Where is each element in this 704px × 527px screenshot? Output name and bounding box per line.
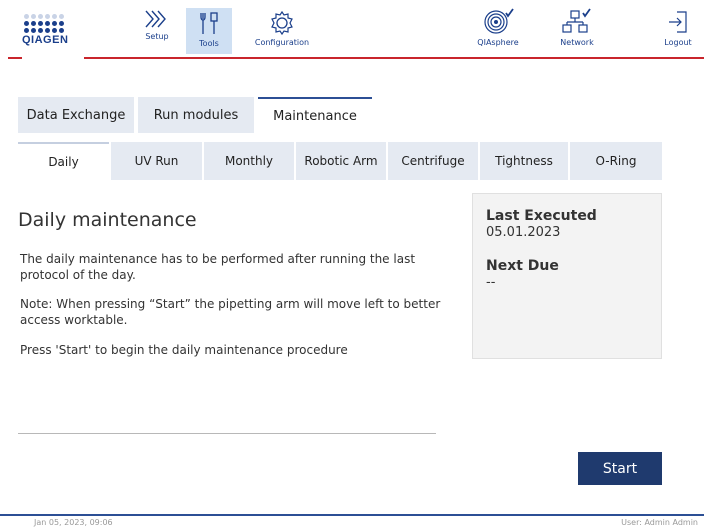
start-button[interactable]: Start <box>578 452 662 485</box>
status-panel: Last Executed 05.01.2023 Next Due -- <box>472 193 662 359</box>
nav-network-label: Network <box>560 38 594 47</box>
footer-user: User: Admin Admin <box>621 518 698 527</box>
qiagen-logo: QIAGEN <box>22 14 76 58</box>
next-due-label: Next Due <box>486 258 559 274</box>
subtab-daily[interactable]: Daily <box>18 142 109 180</box>
tab-maintenance[interactable]: Maintenance <box>258 97 372 133</box>
nav-tools-button[interactable]: Tools <box>186 8 232 54</box>
footer-datetime: Jan 05, 2023, 09:06 <box>34 518 113 527</box>
tools-icon <box>200 12 218 34</box>
nav-setup-label: Setup <box>145 32 169 41</box>
tab-run-modules[interactable]: Run modules <box>138 97 254 133</box>
nav-qiasphere-button[interactable]: QIAsphere <box>470 8 526 54</box>
description-text: The daily maintenance has to be performe… <box>20 252 416 282</box>
subtab-uv-run[interactable]: UV Run <box>111 142 202 180</box>
subtab-monthly[interactable]: Monthly <box>204 142 294 180</box>
header-accent-line <box>8 57 22 59</box>
header-accent-line <box>84 57 704 59</box>
subtab-centrifuge[interactable]: Centrifuge <box>388 142 478 180</box>
logo-text: QIAGEN <box>22 34 69 46</box>
nav-setup-button[interactable]: Setup <box>134 8 180 54</box>
nav-qiasphere-label: QIAsphere <box>477 38 519 47</box>
last-executed-label: Last Executed <box>486 208 597 224</box>
qiasphere-icon <box>484 8 514 34</box>
app-header: QIAGEN Setup Tools Configuration QIAsphe… <box>0 0 704 62</box>
setup-icon <box>145 10 166 28</box>
content-divider <box>18 433 436 434</box>
network-icon <box>562 8 591 33</box>
subtab-o-ring[interactable]: O-Ring <box>570 142 662 180</box>
subtab-tightness[interactable]: Tightness <box>480 142 568 180</box>
footer-divider <box>0 514 704 516</box>
instruction-text: Press 'Start' to begin the daily mainten… <box>20 343 348 357</box>
last-executed-value: 05.01.2023 <box>486 225 561 240</box>
gear-icon <box>271 10 293 36</box>
nav-network-button[interactable]: Network <box>552 8 602 54</box>
nav-tools-label: Tools <box>199 39 219 48</box>
subtab-robotic-arm[interactable]: Robotic Arm <box>296 142 386 180</box>
nav-logout-label: Logout <box>664 38 692 47</box>
tab-data-exchange[interactable]: Data Exchange <box>18 97 134 133</box>
logout-icon <box>669 11 687 33</box>
nav-configuration-label: Configuration <box>254 38 310 47</box>
nav-logout-button[interactable]: Logout <box>658 8 698 54</box>
nav-configuration-button[interactable]: Configuration <box>250 8 314 54</box>
page-title: Daily maintenance <box>18 209 197 231</box>
note-text: Note: When pressing “Start” the pipettin… <box>20 297 441 327</box>
next-due-value: -- <box>486 275 496 290</box>
